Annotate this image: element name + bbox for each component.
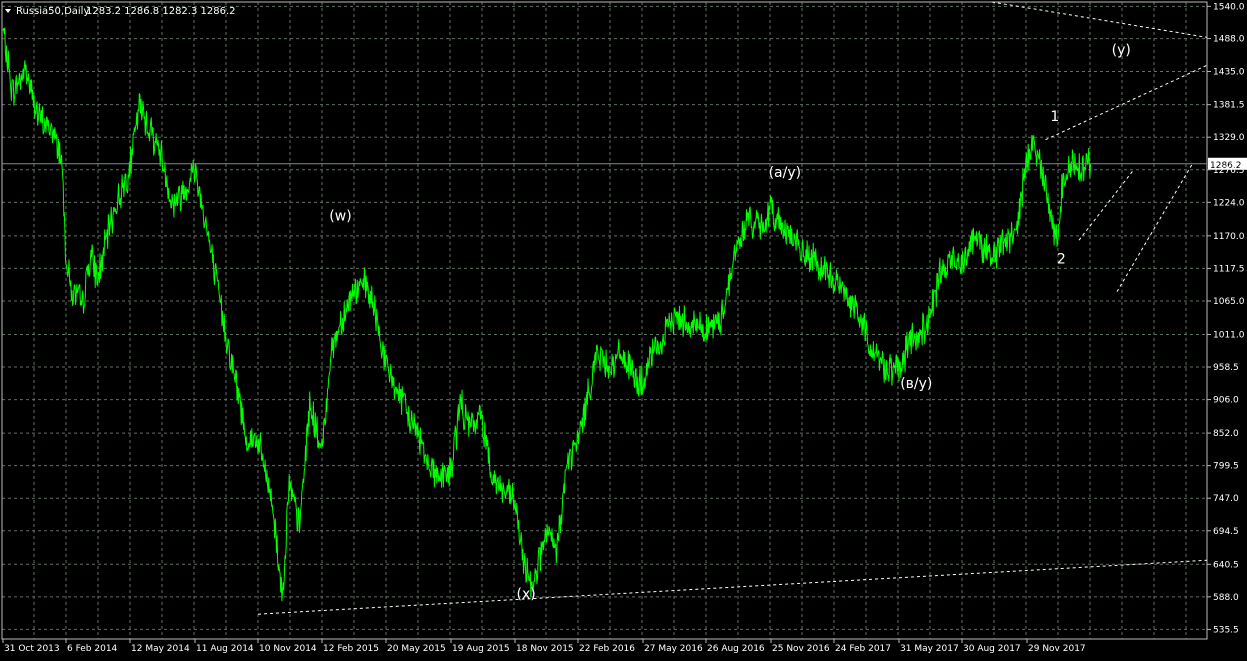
y-tick-label: 852.0 (1213, 429, 1239, 439)
x-tick-label: 26 Aug 2016 (707, 644, 765, 654)
chart-background (0, 0, 1247, 657)
x-tick-label: 6 Feb 2014 (67, 644, 118, 654)
y-tick-label: 958.5 (1213, 363, 1239, 373)
wave-label: (x) (517, 587, 536, 603)
y-tick-label: 747.0 (1213, 494, 1239, 504)
y-tick-label: 906.0 (1213, 396, 1239, 406)
symbol-label: Russia50,Daily (16, 6, 89, 17)
y-tick-label: 1381.5 (1213, 101, 1245, 111)
y-tick-label: 1276.5 (1213, 166, 1245, 176)
x-tick-label: 30 Aug 2017 (963, 644, 1021, 654)
wave-label: (a/y) (769, 165, 802, 181)
x-tick-label: 18 Nov 2015 (516, 644, 574, 654)
y-tick-label: 799.5 (1213, 462, 1239, 472)
x-tick-label: 27 May 2016 (644, 644, 703, 654)
y-tick-label: 588.0 (1213, 593, 1239, 603)
wave-label: (y) (1112, 43, 1131, 59)
price-chart[interactable]: 1286.2 (w) (x) (a/y) (в/у) (y) 1 2 1540.0 1488.… (0, 0, 1247, 657)
y-tick-label: 1065.0 (1213, 297, 1245, 307)
y-tick-label: 1117.5 (1213, 264, 1245, 274)
y-tick-label: 1435.0 (1213, 67, 1245, 77)
x-tick-label: 24 Feb 2017 (835, 644, 891, 654)
y-tick-label: 535.5 (1213, 625, 1239, 635)
x-tick-label: 12 Feb 2015 (323, 644, 379, 654)
y-tick-label: 1170.0 (1213, 232, 1245, 242)
x-tick-label: 29 Nov 2017 (1028, 644, 1086, 654)
y-tick-label: 694.5 (1213, 527, 1239, 537)
x-tick-label: 12 May 2014 (131, 644, 190, 654)
ohlc-values: 1283.2 1286.8 1282.3 1286.2 (86, 6, 236, 17)
y-tick-label: 1224.0 (1213, 198, 1245, 208)
x-tick-label: 31 Oct 2013 (4, 644, 60, 654)
wave-label: 2 (1057, 252, 1066, 268)
y-tick-label: 1488.0 (1213, 35, 1245, 45)
wave-label: (w) (329, 208, 351, 224)
x-tick-label: 10 Nov 2014 (259, 644, 317, 654)
x-tick-label: 22 Feb 2016 (579, 644, 635, 654)
wave-label: (в/у) (900, 376, 932, 392)
y-tick-label: 640.5 (1213, 560, 1239, 570)
chart-header: Russia50,Daily 1283.2 1286.8 1282.3 1286… (5, 6, 236, 17)
y-tick-label: 1540.0 (1213, 2, 1245, 12)
x-tick-label: 25 Nov 2016 (772, 644, 830, 654)
chart-canvas[interactable]: 1286.2 (w)(x)(a/y)(в/у)(y)12 1540.01488.… (0, 0, 1247, 657)
x-tick-label: 11 Aug 2014 (196, 644, 254, 654)
x-tick-label: 19 Aug 2015 (452, 644, 510, 654)
x-tick-label: 31 May 2017 (900, 644, 959, 654)
wave-label: 1 (1050, 109, 1059, 125)
y-tick-label: 1329.0 (1213, 133, 1245, 143)
x-tick-label: 20 May 2015 (387, 644, 446, 654)
y-tick-label: 1011.0 (1213, 330, 1245, 340)
